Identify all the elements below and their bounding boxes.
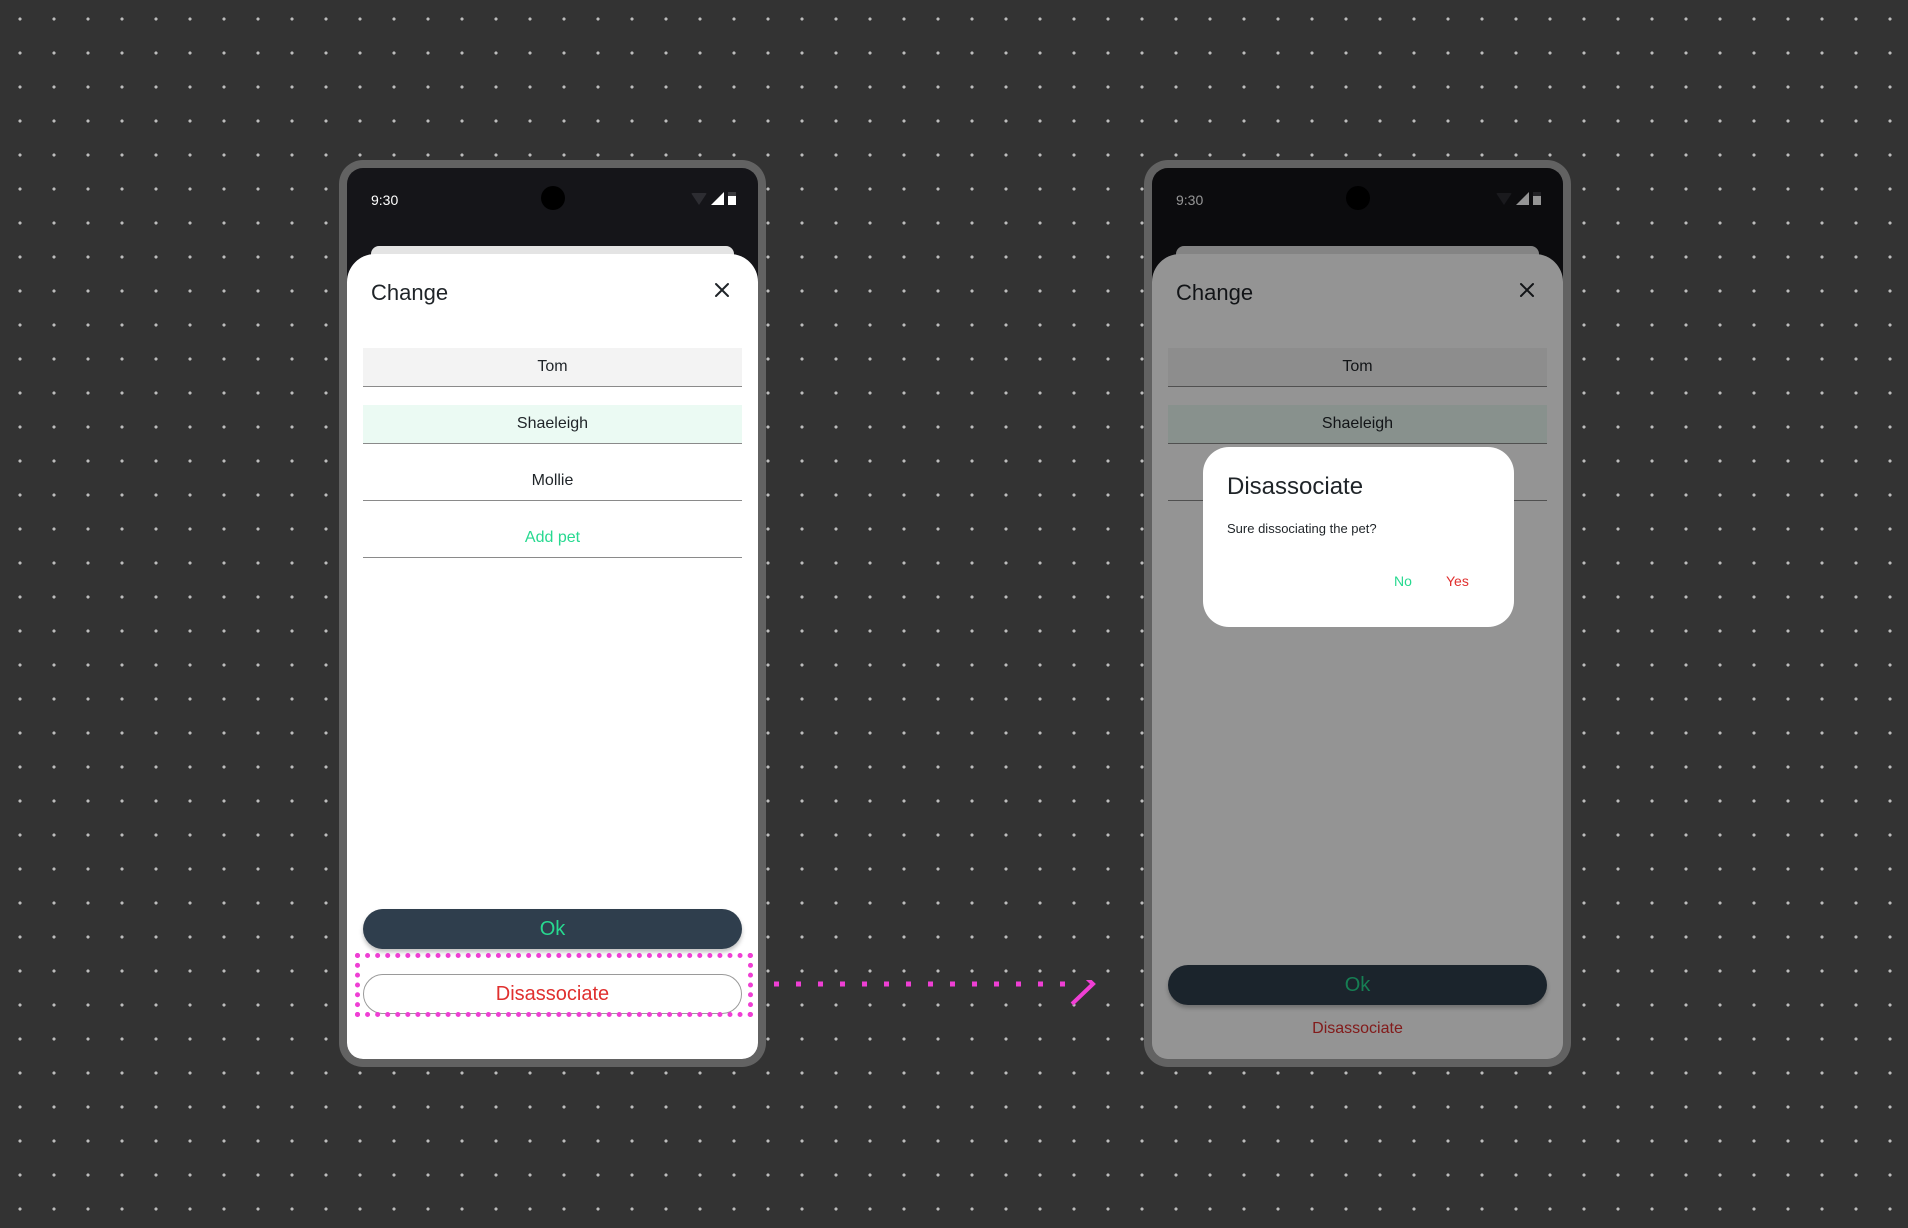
- add-pet-button[interactable]: Add pet: [363, 519, 742, 558]
- close-icon: [715, 283, 729, 297]
- flow-arrow-icon: [774, 980, 1096, 1006]
- highlight-box: [355, 953, 753, 1017]
- signal-icon: [711, 192, 724, 205]
- status-icons: [691, 192, 736, 205]
- yes-button[interactable]: Yes: [1446, 573, 1469, 589]
- battery-icon: [728, 192, 736, 205]
- phone-left: 9:30 Change Tom Shaeleigh Mollie Add pet…: [339, 160, 766, 1067]
- pet-list: Tom Shaeleigh Mollie Add pet: [363, 348, 742, 576]
- wifi-icon: [691, 193, 707, 205]
- camera-cutout: [541, 186, 565, 210]
- dialog-title: Disassociate: [1227, 473, 1364, 500]
- close-button[interactable]: [706, 274, 738, 306]
- dialog-message: Sure dissociating the pet?: [1227, 521, 1377, 536]
- pet-item-tom[interactable]: Tom: [363, 348, 742, 387]
- ok-button[interactable]: Ok: [363, 909, 742, 949]
- no-button[interactable]: No: [1394, 573, 1412, 589]
- phone-screen: 9:30 Change Tom Shaeleigh Mollie Add pet…: [347, 168, 758, 1059]
- status-time: 9:30: [371, 192, 399, 208]
- bottom-sheet: Change Tom Shaeleigh Mollie Add pet Ok D…: [347, 254, 758, 1059]
- sheet-title: Change: [371, 280, 449, 305]
- pet-item-shaeleigh[interactable]: Shaeleigh: [363, 405, 742, 444]
- pet-item-mollie[interactable]: Mollie: [363, 462, 742, 501]
- confirm-dialog: Disassociate Sure dissociating the pet? …: [1203, 447, 1514, 627]
